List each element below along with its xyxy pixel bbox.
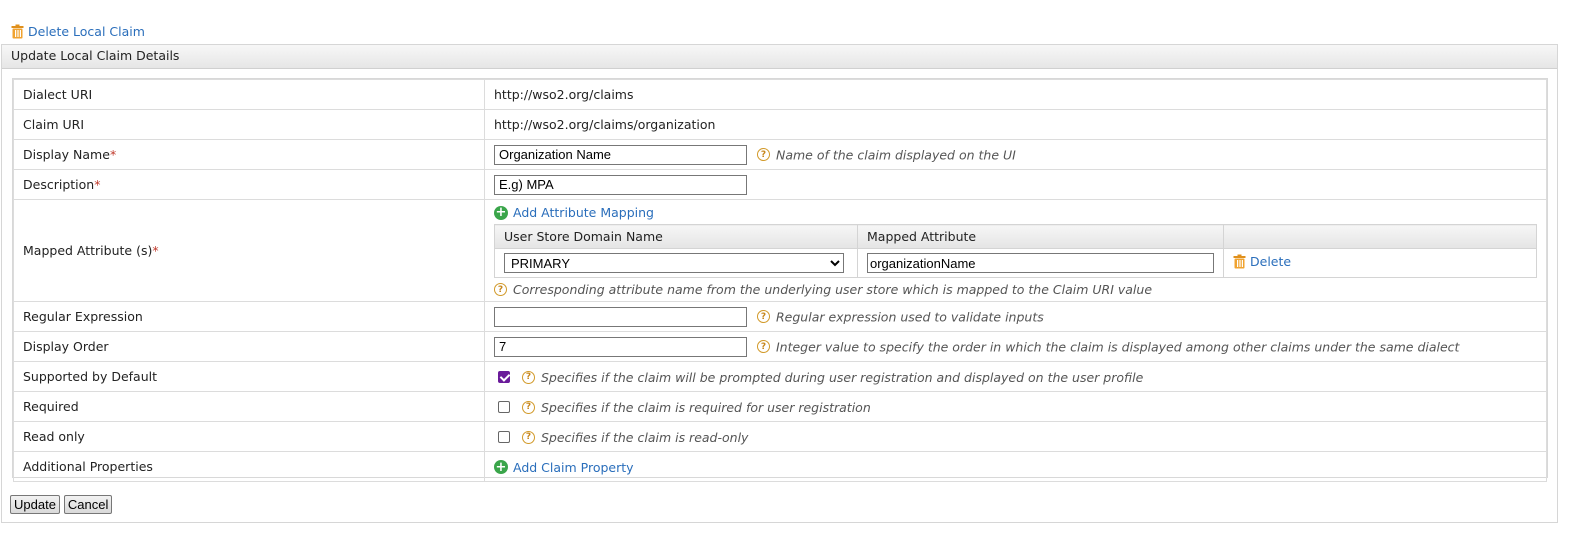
row-mapped-attributes: Mapped Attribute (s)* + Add Attribute Ma… <box>13 199 1547 302</box>
display-order-input[interactable] <box>494 336 747 357</box>
mapped-attributes-label-cell: Mapped Attribute (s)* <box>13 199 485 302</box>
help-icon: ? <box>521 400 535 414</box>
read-only-cell: ? Specifies if the claim is read-only <box>484 421 1547 452</box>
plus-circle-icon: + <box>494 205 508 220</box>
help-icon: ? <box>756 340 770 353</box>
row-read-only: Read only ? Specifies if the claim is rea… <box>13 421 1547 452</box>
mapped-attributes-hint-line: ? Corresponding attribute name from the u… <box>494 281 1537 297</box>
claim-form: Dialect URI http://wso2.org/claims Claim… <box>12 78 1548 482</box>
additional-properties-label: Additional Properties <box>13 451 485 482</box>
read-only-label: Read only <box>13 421 485 452</box>
display-order-cell: ? Integer value to specify the order in w… <box>484 331 1547 362</box>
row-supported-by-default: Supported by Default ? Specifies if the c… <box>13 361 1547 392</box>
delete-mapping-link[interactable]: Delete <box>1233 254 1291 269</box>
row-description: Description* <box>13 169 1547 200</box>
required-mark: * <box>109 147 117 162</box>
row-display-order: Display Order ? Integer value to specify … <box>13 331 1547 362</box>
display-name-hint: Name of the claim displayed on the UI <box>775 147 1016 162</box>
mapped-attributes-hint: Corresponding attribute name from the un… <box>513 282 1153 297</box>
regex-cell: ? Regular expression used to validate inp… <box>484 301 1547 332</box>
panel-title: Update Local Claim Details <box>2 45 1557 69</box>
attribute-cell <box>857 248 1224 278</box>
help-icon: ? <box>521 370 535 384</box>
required-checkbox[interactable] <box>498 401 510 413</box>
add-claim-property-link[interactable]: + Add Claim Property <box>494 460 634 475</box>
display-name-cell: ? Name of the claim displayed on the UI <box>484 139 1547 170</box>
help-icon: ? <box>494 283 507 296</box>
display-name-input[interactable] <box>494 144 747 165</box>
required-mark: * <box>94 177 101 192</box>
delete-mapping-label: Delete <box>1250 254 1292 269</box>
help-icon: ? <box>756 148 770 161</box>
required-mark: * <box>152 243 159 258</box>
row-required: Required ? Specifies if the claim is requ… <box>13 391 1547 422</box>
supported-by-default-cell: ? Specifies if the claim will be prompted… <box>484 361 1547 392</box>
plus-circle-icon: + <box>494 459 508 475</box>
add-claim-property-label: Add Claim Property <box>513 459 634 475</box>
regex-hint: Regular expression used to validate inpu… <box>775 309 1044 324</box>
row-claim-uri: Claim URI http://wso2.org/claims/organiz… <box>13 109 1547 140</box>
mapping-header: User Store Domain Name Mapped Attribute <box>494 224 1537 249</box>
dialect-uri-value: http://wso2.org/claims <box>484 79 1547 110</box>
claim-uri-value: http://wso2.org/claims/organization <box>484 109 1547 140</box>
display-order-label: Display Order <box>13 331 485 362</box>
actions-cell: Delete <box>1223 248 1537 278</box>
form-buttons: Update Cancel <box>10 495 113 514</box>
required-cell: ? Specifies if the claim is required for … <box>484 391 1547 422</box>
delete-local-claim-label: Delete Local Claim <box>28 24 145 39</box>
help-icon: ? <box>756 310 770 323</box>
regex-input[interactable] <box>494 306 747 327</box>
supported-by-default-hint: Specifies if the claim will be prompted … <box>540 369 1144 385</box>
mapping-table: User Store Domain Name Mapped Attribute … <box>494 224 1537 278</box>
mapped-attributes-label: Mapped Attribute (s) <box>23 243 153 258</box>
trash-icon <box>1233 254 1246 269</box>
description-cell <box>484 169 1547 200</box>
cancel-button[interactable]: Cancel <box>63 495 113 514</box>
additional-properties-cell: + Add Claim Property <box>484 451 1547 482</box>
display-name-label-cell: Display Name* <box>13 139 485 170</box>
mapped-attribute-input[interactable] <box>867 253 1214 273</box>
row-display-name: Display Name* ? Name of the claim display… <box>13 139 1547 170</box>
user-store-domain-select[interactable]: PRIMARY <box>504 253 844 273</box>
description-label-cell: Description* <box>13 169 485 200</box>
supported-by-default-checkbox[interactable] <box>498 371 510 383</box>
update-claim-panel: Update Local Claim Details Dialect URI h… <box>1 44 1558 523</box>
row-regular-expression: Regular Expression ? Regular expression u… <box>13 301 1547 332</box>
col-mapped-attribute: Mapped Attribute <box>857 224 1224 249</box>
read-only-hint: Specifies if the claim is read-only <box>540 429 749 445</box>
supported-by-default-label: Supported by Default <box>13 361 485 392</box>
required-hint: Specifies if the claim is required for u… <box>540 399 871 415</box>
trash-icon <box>11 24 24 39</box>
delete-local-claim-link[interactable]: Delete Local Claim <box>11 24 145 39</box>
claim-uri-label: Claim URI <box>13 109 485 140</box>
add-attribute-mapping-link[interactable]: + Add Attribute Mapping <box>494 205 654 220</box>
row-dialect-uri: Dialect URI http://wso2.org/claims <box>13 79 1547 110</box>
read-only-checkbox[interactable] <box>498 431 510 443</box>
update-button[interactable]: Update <box>10 495 60 514</box>
col-actions <box>1223 224 1537 249</box>
help-icon: ? <box>521 430 535 444</box>
description-label: Description <box>23 177 95 192</box>
dialect-uri-label: Dialect URI <box>13 79 485 110</box>
mapping-row: PRIMARY Dele <box>494 248 1537 278</box>
regex-label: Regular Expression <box>13 301 485 332</box>
mapped-attributes-cell: + Add Attribute Mapping User Store Domai… <box>484 199 1547 302</box>
row-additional-properties: Additional Properties + Add Claim Proper… <box>13 451 1547 482</box>
claim-form-table: Dialect URI http://wso2.org/claims Claim… <box>13 79 1547 482</box>
required-label: Required <box>13 391 485 422</box>
display-name-label: Display Name <box>23 147 110 162</box>
domain-cell: PRIMARY <box>494 248 858 278</box>
display-order-hint: Integer value to specify the order in wh… <box>775 339 1460 354</box>
description-input[interactable] <box>494 174 747 195</box>
add-attribute-mapping-label: Add Attribute Mapping <box>513 205 654 220</box>
col-user-store-domain: User Store Domain Name <box>494 224 858 249</box>
